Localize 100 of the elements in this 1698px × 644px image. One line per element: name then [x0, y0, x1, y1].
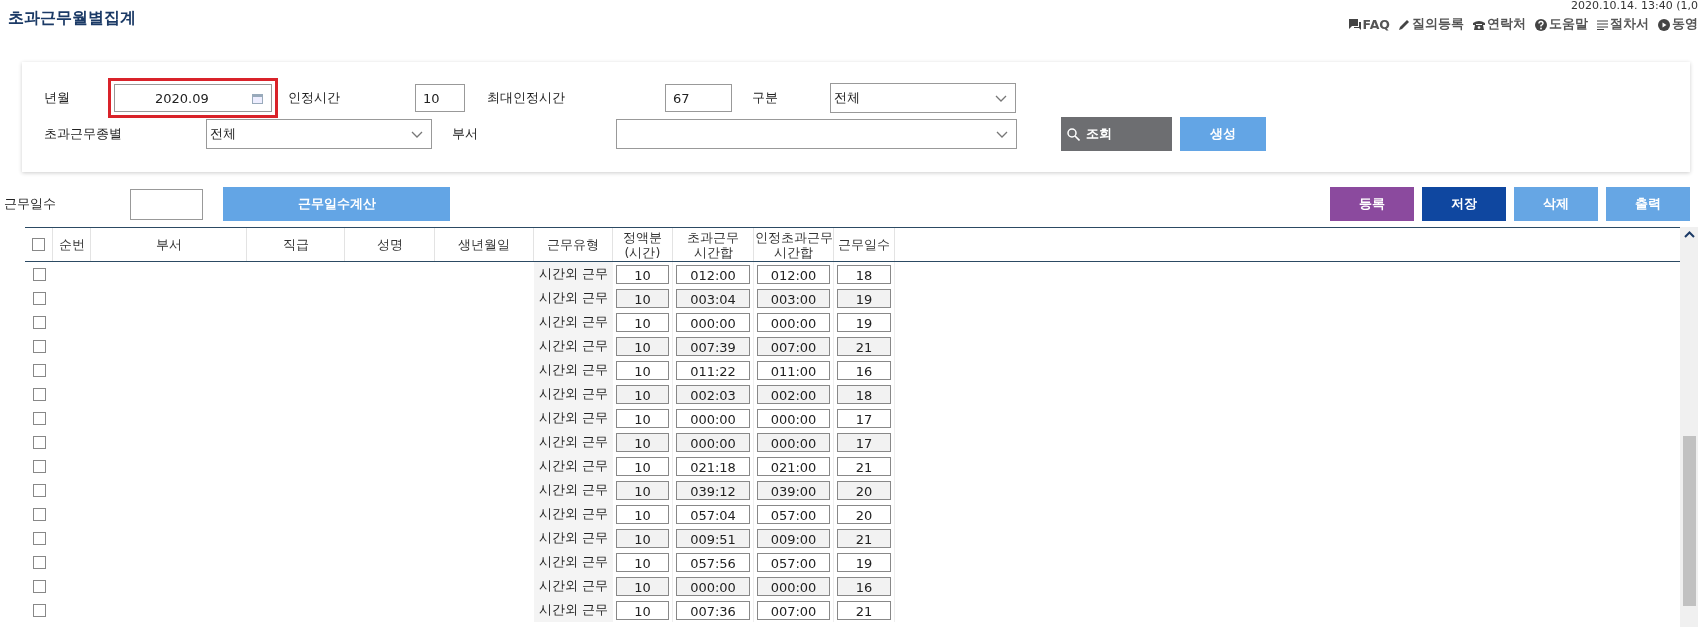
row-checkbox[interactable]	[32, 459, 46, 473]
faq-link[interactable]: FAQ	[1348, 16, 1390, 33]
overtime-total-input[interactable]: 000:00	[676, 576, 750, 596]
work-days-input[interactable]: 20	[837, 480, 891, 500]
overtime-total-input[interactable]: 000:00	[676, 432, 750, 452]
fixed-hours-input[interactable]: 10	[616, 528, 669, 548]
overtime-total-input[interactable]: 012:00	[676, 264, 750, 284]
row-checkbox[interactable]	[32, 483, 46, 497]
recognized-total-input[interactable]: 057:00	[757, 504, 830, 524]
help-link[interactable]: 도움말	[1535, 16, 1588, 33]
date-field[interactable]: 2020.09	[114, 84, 272, 112]
phone-link[interactable]: 연락처	[1473, 16, 1526, 33]
overtime-total-input[interactable]: 057:56	[676, 552, 750, 572]
row-checkbox[interactable]	[32, 603, 46, 617]
work-days-input[interactable]: 18	[837, 264, 891, 284]
register-button[interactable]: 등록	[1330, 187, 1414, 221]
recognized-total-input[interactable]: 002:00	[757, 384, 830, 404]
fixed-hours-input[interactable]: 10	[616, 576, 669, 596]
row-checkbox[interactable]	[32, 387, 46, 401]
row-checkbox[interactable]	[32, 267, 46, 281]
overtime-total-input[interactable]: 039:12	[676, 480, 750, 500]
hours-input[interactable]: 10	[415, 84, 465, 112]
select-all-checkbox[interactable]	[32, 238, 45, 251]
fixed-hours-input[interactable]: 10	[616, 336, 669, 356]
recognized-total-input[interactable]: 000:00	[757, 312, 830, 332]
fixed-hours-input[interactable]: 10	[616, 264, 669, 284]
recognized-total-input[interactable]: 000:00	[757, 432, 830, 452]
fixed-hours-input[interactable]: 10	[616, 312, 669, 332]
scrollbar[interactable]	[1680, 227, 1698, 627]
video-link[interactable]: 동영	[1658, 16, 1698, 33]
field-label: 최대인정시간	[487, 89, 566, 107]
overtime-total-input[interactable]: 011:22	[676, 360, 750, 380]
work-days-input[interactable]	[130, 188, 203, 220]
recognized-total-input[interactable]: 003:00	[757, 288, 830, 308]
work-days-input[interactable]: 21	[837, 456, 891, 476]
recognized-total-input[interactable]: 000:00	[757, 408, 830, 428]
overtime-total-input[interactable]: 007:39	[676, 336, 750, 356]
row-checkbox[interactable]	[32, 531, 46, 545]
fixed-hours-input[interactable]: 10	[616, 480, 669, 500]
work-days-input[interactable]: 17	[837, 432, 891, 452]
fixed-hours-input[interactable]: 10	[616, 288, 669, 308]
save-button[interactable]: 저장	[1422, 187, 1506, 221]
fixed-hours-input[interactable]: 10	[616, 360, 669, 380]
fixed-hours-input[interactable]: 10	[616, 408, 669, 428]
overtime-total-input[interactable]: 000:00	[676, 408, 750, 428]
row-checkbox[interactable]	[32, 555, 46, 569]
max-hours-input[interactable]: 67	[665, 84, 732, 112]
work-days-input[interactable]: 19	[837, 288, 891, 308]
recognized-total-input[interactable]: 007:00	[757, 336, 830, 356]
work-days-input[interactable]: 21	[837, 336, 891, 356]
recognized-total-input[interactable]: 007:00	[757, 600, 830, 620]
row-checkbox[interactable]	[32, 339, 46, 353]
work-days-input[interactable]: 19	[837, 552, 891, 572]
fixed-hours-input[interactable]: 10	[616, 552, 669, 572]
write-link[interactable]: 질의등록	[1399, 16, 1464, 33]
department-select[interactable]	[616, 119, 1017, 149]
recognized-total-input[interactable]: 021:00	[757, 456, 830, 476]
work-days-input[interactable]: 19	[837, 312, 891, 332]
overtime-total-input[interactable]: 009:51	[676, 528, 750, 548]
work-days-input[interactable]: 21	[837, 528, 891, 548]
fixed-hours-input[interactable]: 10	[616, 384, 669, 404]
recognized-total-input[interactable]: 057:00	[757, 552, 830, 572]
doc-link[interactable]: 절차서	[1597, 16, 1649, 33]
recognized-total-input[interactable]: 011:00	[757, 360, 830, 380]
overtime-total-input[interactable]: 002:03	[676, 384, 750, 404]
work-days-input[interactable]: 16	[837, 360, 891, 380]
overtime-total-input[interactable]: 007:36	[676, 600, 750, 620]
fixed-hours-input[interactable]: 10	[616, 600, 669, 620]
overtime-total-input[interactable]: 000:00	[676, 312, 750, 332]
recognized-total-input[interactable]: 012:00	[757, 264, 830, 284]
fixed-hours-input[interactable]: 10	[616, 504, 669, 524]
overtime-total-input[interactable]: 003:04	[676, 288, 750, 308]
row-checkbox[interactable]	[32, 435, 46, 449]
overtime-total-input[interactable]: 057:04	[676, 504, 750, 524]
search-button[interactable]: 조회	[1061, 117, 1172, 151]
row-checkbox[interactable]	[32, 507, 46, 521]
overtime-total-input[interactable]: 021:18	[676, 456, 750, 476]
work-days-input[interactable]: 16	[837, 576, 891, 596]
row-checkbox[interactable]	[32, 363, 46, 377]
work-days-input[interactable]: 21	[837, 600, 891, 620]
fixed-hours-input[interactable]: 10	[616, 432, 669, 452]
row-checkbox[interactable]	[32, 291, 46, 305]
recognized-total-input[interactable]: 000:00	[757, 576, 830, 596]
work-type-text: 시간외 근무	[538, 505, 609, 523]
column-header: 근무유형	[547, 237, 599, 252]
work-days-input[interactable]: 20	[837, 504, 891, 524]
recognized-total-input[interactable]: 039:00	[757, 480, 830, 500]
recognized-total-input[interactable]: 009:00	[757, 528, 830, 548]
row-checkbox[interactable]	[32, 579, 46, 593]
category-select[interactable]: 전체	[830, 83, 1016, 113]
scrollbar-thumb[interactable]	[1682, 436, 1696, 606]
caret-up-icon	[1683, 231, 1695, 238]
work-type-text: 시간외 근무	[538, 337, 609, 355]
row-checkbox[interactable]	[32, 411, 46, 425]
field-label: 구분	[752, 89, 779, 107]
overtime-type-select[interactable]: 전체	[206, 119, 432, 149]
row-checkbox[interactable]	[32, 315, 46, 329]
fixed-hours-input[interactable]: 10	[616, 456, 669, 476]
work-days-input[interactable]: 17	[837, 408, 891, 428]
work-days-input[interactable]: 18	[837, 384, 891, 404]
